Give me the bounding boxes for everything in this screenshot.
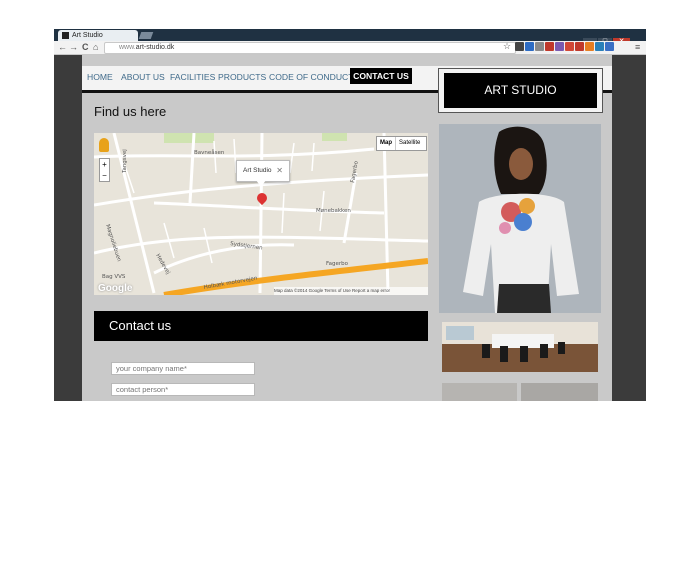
gmail-icon[interactable] [565, 42, 574, 51]
contact-us-heading-bar: Contact us [94, 311, 428, 341]
extension-blue2-icon[interactable] [605, 42, 614, 51]
street-label: Magnoliebuen [104, 224, 122, 263]
company-name-input[interactable] [111, 362, 255, 375]
model-illustration [439, 124, 601, 313]
site-logo[interactable]: ART STUDIO [444, 73, 597, 108]
street-label: Fagerbo [350, 160, 360, 183]
street-label: Bavneåsen [194, 149, 225, 156]
street-label: Fagerbo [326, 261, 349, 267]
nav-about-us[interactable]: ABOUT US [121, 71, 165, 83]
map-attribution[interactable]: Map data ©2014 Google Terms of Use Repor… [274, 287, 428, 295]
reload-icon[interactable]: C [82, 42, 89, 53]
model-photo [439, 124, 601, 313]
studio-photo-right [521, 383, 598, 401]
contact-us-heading: Contact us [109, 318, 172, 333]
new-tab-button[interactable] [138, 32, 154, 39]
menu-icon[interactable]: ≡ [635, 42, 640, 53]
tab-title: Art Studio [72, 32, 103, 39]
browser-tab[interactable]: Art Studio [58, 30, 138, 41]
home-icon[interactable]: ⌂ [93, 42, 98, 53]
map-streets: Bavneåsen Mønebakken Sydstjernen Fagerbo… [94, 133, 428, 295]
contact-person-input[interactable] [111, 383, 255, 396]
map-info-window: Art Studio ✕ [236, 160, 290, 182]
info-window-close-icon[interactable]: ✕ [276, 161, 283, 181]
extension-orange-icon[interactable] [585, 42, 594, 51]
street-label: Sydstjernen [230, 241, 264, 252]
forward-icon[interactable]: → [69, 42, 78, 53]
info-window-pointer [256, 180, 266, 187]
nav-facilities[interactable]: FACILITIES [170, 71, 215, 83]
extension-purple-icon[interactable] [555, 42, 564, 51]
zoom-out-button[interactable]: − [100, 170, 109, 181]
studio-room-illustration [442, 322, 598, 372]
map-type-satellite-button[interactable]: Satellite [396, 137, 423, 150]
favicon-icon [62, 32, 69, 39]
nav-products[interactable]: PRODUCTS [218, 71, 266, 83]
map-type-control: Map Satellite [376, 136, 427, 151]
url-scheme: www. [119, 44, 136, 51]
extension-blue-icon[interactable] [525, 42, 534, 51]
extension-red2-icon[interactable] [575, 42, 584, 51]
street-view-pegman-icon[interactable] [99, 138, 109, 152]
url-host: art-studio.dk [135, 44, 175, 51]
map-zoom-control: + − [99, 158, 110, 182]
info-window-title: Art Studio [243, 167, 272, 174]
nav-contact-us[interactable]: CONTACT US [350, 68, 412, 84]
extension-red-icon[interactable] [545, 42, 554, 51]
skype-icon[interactable] [595, 42, 604, 51]
back-icon[interactable]: ← [58, 42, 67, 53]
nav-code-of-conduct[interactable]: CODE OF CONDUCT [269, 71, 354, 83]
zoom-in-button[interactable]: + [100, 159, 109, 170]
street-label: Mønebakken [316, 208, 351, 214]
studio-photo-left [442, 383, 517, 401]
address-bar[interactable]: www.art-studio.dk [104, 42, 516, 54]
find-us-heading: Find us here [94, 104, 167, 119]
extensions-bar [515, 42, 615, 53]
street-label: Bag VVS [102, 274, 126, 280]
extension-grey-icon[interactable] [535, 42, 544, 51]
google-logo[interactable]: Google [98, 283, 132, 294]
google-map[interactable]: Bavneåsen Mønebakken Sydstjernen Fagerbo… [94, 133, 428, 295]
extension-gear-icon[interactable] [515, 42, 524, 51]
bookmark-star-icon[interactable]: ☆ [503, 41, 511, 52]
street-label: Tangsvej [122, 149, 128, 174]
studio-room-photo [442, 322, 598, 372]
nav-home[interactable]: HOME [87, 71, 113, 83]
map-type-map-button[interactable]: Map [377, 137, 396, 150]
window-controls: –□✕ [582, 30, 644, 46]
